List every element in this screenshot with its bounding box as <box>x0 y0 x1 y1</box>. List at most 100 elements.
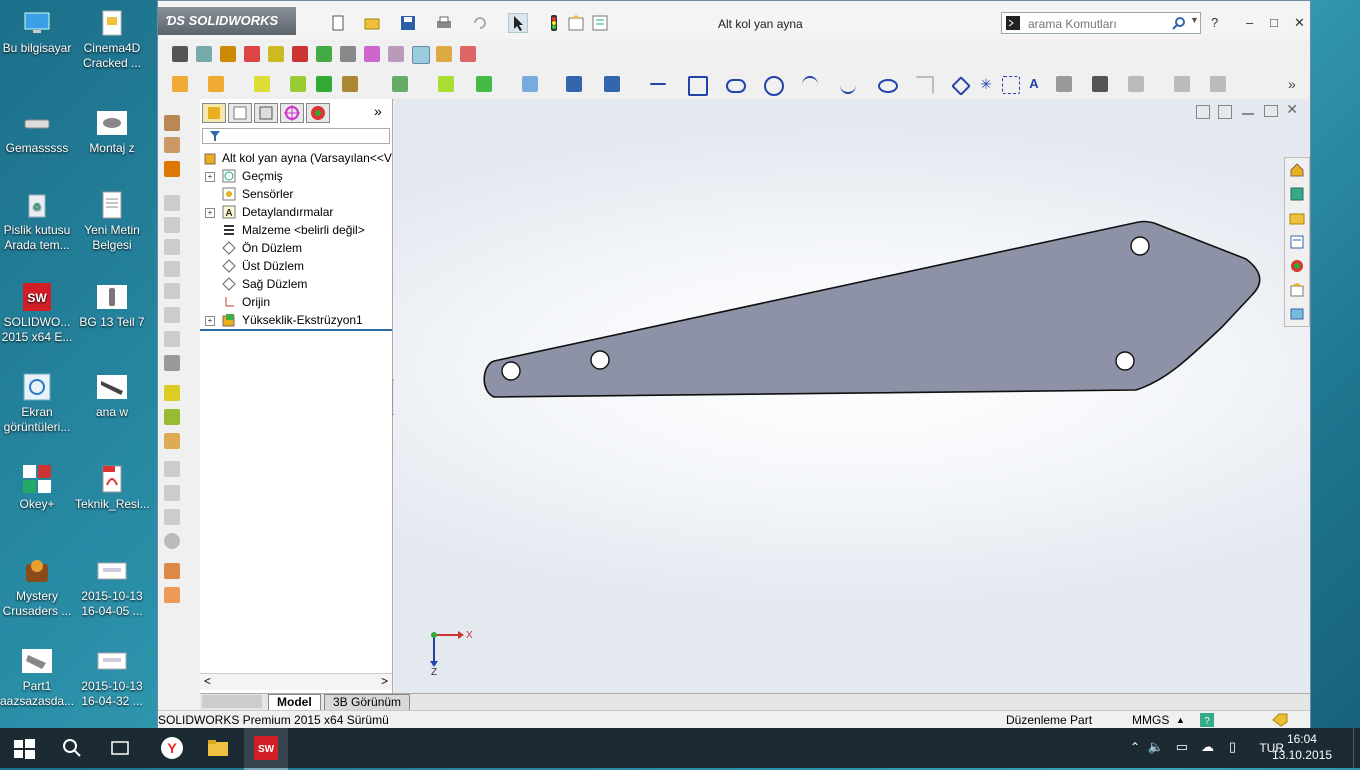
fillet-icon[interactable] <box>316 46 332 62</box>
chamfer-icon[interactable] <box>340 46 356 62</box>
rectangle-icon[interactable] <box>688 76 708 96</box>
tab-scroll-buttons[interactable] <box>202 695 262 708</box>
smart-fastener-icon[interactable] <box>254 76 270 92</box>
mounting-hole-4[interactable] <box>1130 236 1150 256</box>
rib-icon[interactable] <box>364 46 380 62</box>
tree-item-extrude[interactable]: + Yükseklik-Ekstrüzyon1 <box>200 311 392 331</box>
instant3d-icon[interactable] <box>522 76 538 92</box>
hole-wizard-icon[interactable] <box>164 355 180 371</box>
custom-properties-icon[interactable] <box>1289 282 1305 298</box>
configuration-manager-tab[interactable] <box>254 103 278 123</box>
line-icon[interactable] <box>650 83 666 85</box>
linear-pattern-icon[interactable] <box>392 76 408 92</box>
sweep-icon[interactable] <box>244 46 260 62</box>
shell-icon[interactable] <box>388 46 404 62</box>
assembly-icon[interactable] <box>172 76 188 92</box>
sketch-fillet-icon[interactable] <box>916 76 934 94</box>
file-properties-icon[interactable] <box>568 15 584 31</box>
status-units[interactable]: MMGS <box>1132 711 1169 729</box>
expand-icon[interactable]: + <box>205 208 215 218</box>
desktop-icon-cinema4d[interactable]: Cinema4D Cracked ... <box>75 8 149 71</box>
desktop-icon-recycle-bin[interactable]: ♻ Pislik kutusu Arada tem... <box>0 190 74 253</box>
desktop-icon-text-file[interactable]: Yeni Metin Belgesi <box>75 190 149 253</box>
select-arrow-icon[interactable] <box>508 13 528 33</box>
feature-tree-tab[interactable] <box>202 103 226 123</box>
desktop-icon-screenshot-2[interactable]: 2015-10-13 16-04-32 ... <box>75 646 149 709</box>
open-folder-icon[interactable] <box>364 15 380 31</box>
expand-panel-chevron-icon[interactable]: » <box>374 103 382 119</box>
scroll-left-button[interactable]: < <box>204 674 211 688</box>
clock[interactable]: 16:04 13.10.2015 <box>1272 731 1332 763</box>
desktop-icon-ana-w[interactable]: ana w <box>75 372 149 420</box>
options-icon[interactable] <box>592 15 608 31</box>
search-dropdown-icon[interactable]: ▼ <box>1190 15 1199 25</box>
pattern-icon[interactable] <box>460 46 476 62</box>
units-menu-icon[interactable]: ▲ <box>1176 711 1185 729</box>
solidworks-forum-icon[interactable] <box>1289 306 1305 322</box>
volume-icon[interactable]: 🔈 <box>1148 739 1164 755</box>
mounting-hole-2[interactable] <box>590 350 610 370</box>
file-explorer-icon[interactable] <box>1289 210 1305 226</box>
extruded-cut-icon[interactable] <box>196 46 212 62</box>
sheet-metal-icon[interactable] <box>164 587 180 603</box>
cut-icon[interactable] <box>164 137 180 153</box>
ellipse-icon[interactable] <box>878 79 898 93</box>
desktop-icon-mystery-crusaders[interactable]: Mystery Crusaders ... <box>0 556 74 619</box>
close-button[interactable]: ✕ <box>1294 15 1305 31</box>
display-manager-tab[interactable] <box>306 103 330 123</box>
more-tools-chevron-icon[interactable]: » <box>1288 76 1304 92</box>
circle-icon[interactable] <box>764 76 784 96</box>
loft-icon[interactable] <box>268 46 284 62</box>
search-icon[interactable] <box>60 736 84 760</box>
print-icon[interactable] <box>436 15 452 31</box>
component-icon[interactable] <box>208 76 224 92</box>
convert-entities-icon[interactable] <box>1092 76 1108 92</box>
graphics-viewport[interactable]: ✕ X Z <box>394 99 1310 693</box>
desktop-icon-this-pc[interactable]: Bu bilgisayar <box>0 8 74 56</box>
property-manager-tab[interactable] <box>228 103 252 123</box>
onedrive-icon[interactable]: ☁ <box>1201 739 1214 755</box>
weldment-icon[interactable] <box>164 385 180 401</box>
tag-icon[interactable] <box>1272 713 1288 727</box>
show-hidden-icons-icon[interactable]: ⌃ <box>1130 740 1140 754</box>
mold-tool-icon[interactable] <box>164 563 180 579</box>
save-icon[interactable] <box>400 15 416 31</box>
maximize-button[interactable]: □ <box>1270 15 1278 30</box>
scroll-right-button[interactable]: > <box>381 674 388 688</box>
desktop-icon-part1[interactable]: Part1 aazsazasda... <box>0 646 74 709</box>
dimxpert-tab[interactable] <box>280 103 304 123</box>
show-desktop-button[interactable] <box>1353 728 1360 768</box>
slot-icon[interactable] <box>726 79 746 93</box>
arc-icon[interactable] <box>802 76 818 94</box>
feature-icon[interactable] <box>164 161 180 177</box>
desktop-icon-solidworks[interactable]: SW SOLIDWO... 2015 x64 E... <box>0 282 74 345</box>
design-library-icon[interactable] <box>1289 186 1305 202</box>
expand-icon[interactable]: + <box>205 172 215 182</box>
rebuild-traffic-light-icon[interactable] <box>546 15 562 31</box>
view-palette-icon[interactable] <box>1289 234 1305 250</box>
tab-3d-view[interactable]: 3B Görünüm <box>324 694 411 711</box>
command-search-box[interactable]: ▼ <box>1001 12 1201 34</box>
reference-geometry-icon[interactable] <box>438 76 454 92</box>
point-icon[interactable]: ✳ <box>978 76 994 92</box>
smart-dimension-icon[interactable] <box>604 76 620 92</box>
file-explorer-icon[interactable] <box>206 736 230 760</box>
search-input[interactable] <box>1026 15 1170 33</box>
undo-icon[interactable] <box>472 15 488 31</box>
move-component-icon[interactable] <box>342 76 358 92</box>
help-status-icon[interactable]: ? <box>1200 713 1214 727</box>
desktop-icon-screenshot-1[interactable]: 2015-10-13 16-04-05 ... <box>75 556 149 619</box>
appearances-icon[interactable] <box>1289 258 1305 274</box>
desktop-icon-teknik-resim[interactable]: Teknik_Resi... <box>75 464 150 512</box>
help-button[interactable]: ? <box>1211 15 1218 30</box>
draft-icon[interactable] <box>412 46 430 64</box>
feature-tree-filter[interactable] <box>202 128 390 144</box>
mate-icon[interactable] <box>316 76 332 92</box>
feature-tree-horizontal-scrollbar[interactable]: < > <box>200 673 392 690</box>
desktop-icon-montaj[interactable]: Montaj z <box>75 108 149 156</box>
trim-entities-icon[interactable] <box>1056 76 1072 92</box>
sketch-pattern-icon[interactable] <box>1210 76 1226 92</box>
polygon-icon[interactable] <box>951 76 971 96</box>
mounting-hole-3[interactable] <box>1115 351 1135 371</box>
mirror-icon[interactable] <box>436 46 452 62</box>
